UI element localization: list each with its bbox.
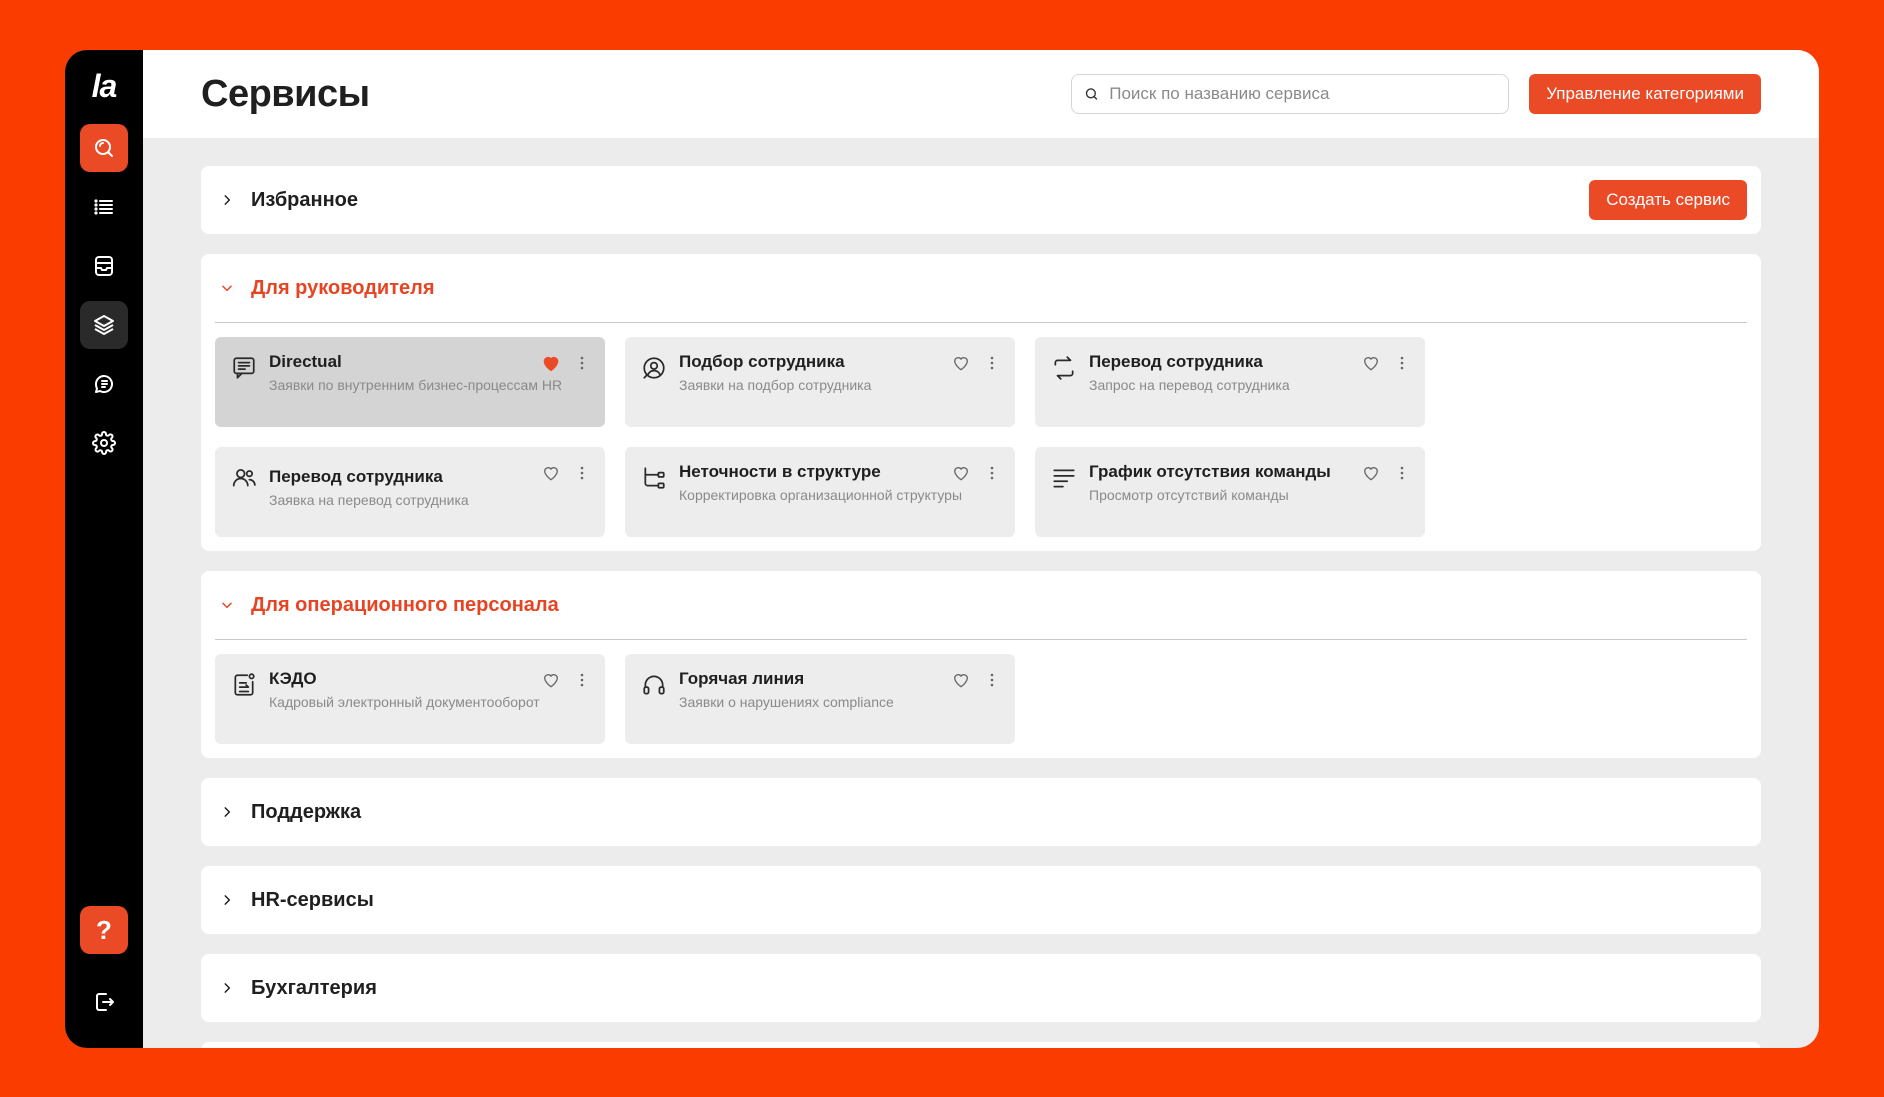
category-title: HR-сервисы — [251, 888, 374, 911]
category-header[interactable]: Избранное Создать сервис — [201, 166, 1761, 234]
sidebar-item-inbox[interactable] — [80, 242, 128, 290]
logo: la — [91, 68, 118, 104]
create-service-button[interactable]: Создать сервис — [1589, 180, 1747, 220]
service-subtitle: Заявка на перевод сотрудника — [269, 492, 469, 508]
more-options-icon[interactable] — [985, 670, 999, 690]
chat-icon — [94, 375, 113, 394]
service-card[interactable]: Неточности в структуре Корректировка орг… — [625, 447, 1015, 537]
service-card[interactable]: Подбор сотрудника Заявки на подбор сотру… — [625, 337, 1015, 427]
service-subtitle: Просмотр отсутствий команды — [1089, 487, 1289, 503]
service-subtitle: Запрос на перевод сотрудника — [1089, 377, 1290, 393]
category-operational: Для операционного персонала КЭДО Кадровы… — [201, 571, 1761, 758]
lines-icon — [1053, 469, 1075, 488]
chevron-down-icon — [217, 595, 237, 615]
service-card[interactable]: Directual Заявки по внутренним бизнес-пр… — [215, 337, 605, 427]
app-window: la ? Сервисы Поиск по названию сервиса У… — [65, 50, 1819, 1048]
sidebar-item-settings[interactable] — [80, 419, 128, 467]
gear-icon — [92, 431, 116, 455]
heart-icon[interactable] — [951, 463, 971, 483]
heart-icon[interactable] — [951, 353, 971, 373]
category-title: Для операционного персонала — [251, 593, 559, 616]
category-title: Избранное — [251, 188, 359, 211]
category-hr: HR-сервисы — [201, 866, 1761, 934]
more-options-icon[interactable] — [1395, 463, 1409, 483]
service-subtitle: Заявки по внутренним бизнес-процессам HR — [269, 377, 563, 393]
service-subtitle: Кадровый электронный документооборот — [269, 694, 540, 710]
service-subtitle: Заявки на подбор сотрудника — [679, 377, 872, 393]
list-icon — [94, 199, 113, 215]
heart-icon[interactable] — [951, 670, 971, 690]
chevron-right-icon — [217, 802, 237, 822]
more-options-icon[interactable] — [985, 463, 999, 483]
sidebar-item-services[interactable] — [80, 301, 128, 349]
heart-icon[interactable] — [1361, 353, 1381, 373]
transfer-icon — [1054, 356, 1074, 380]
service-card[interactable]: График отсутствия команды Просмотр отсут… — [1035, 447, 1425, 537]
manage-categories-button[interactable]: Управление категориями — [1529, 74, 1761, 114]
edoc-icon — [234, 673, 255, 696]
heart-icon[interactable] — [541, 670, 561, 690]
chevron-right-icon — [217, 978, 237, 998]
inbox-icon — [95, 256, 113, 276]
service-grid: Directual Заявки по внутренним бизнес-пр… — [201, 323, 1761, 551]
heart-icon[interactable] — [1361, 463, 1381, 483]
sidebar: la ? — [65, 50, 143, 1048]
structure-icon — [644, 467, 665, 489]
more-options-icon[interactable] — [575, 353, 589, 373]
sidebar-item-chat[interactable] — [80, 360, 128, 408]
category-favorites: Избранное Создать сервис — [201, 166, 1761, 234]
more-options-icon[interactable] — [1395, 353, 1409, 373]
category-title: Для руководителя — [251, 276, 435, 299]
category-header[interactable]: Поддержка — [201, 778, 1761, 846]
more-options-icon[interactable] — [575, 670, 589, 690]
page-header: Сервисы Управление категориями — [143, 50, 1819, 138]
document-list-icon — [233, 357, 255, 379]
category-support: Поддержка — [201, 778, 1761, 846]
service-subtitle: Корректировка организационной структуры — [679, 487, 963, 503]
sidebar-item-search[interactable] — [80, 124, 128, 172]
more-options-icon[interactable] — [575, 463, 589, 483]
search-box[interactable] — [1071, 74, 1510, 114]
category-header[interactable]: Для операционного персонала — [201, 571, 1761, 639]
heart-icon[interactable] — [541, 463, 561, 483]
search-icon — [1086, 88, 1098, 100]
service-grid: КЭДО Кадровый электронный документооборо… — [201, 640, 1761, 758]
search-input[interactable] — [1109, 84, 1497, 104]
heart-filled-icon[interactable] — [541, 353, 561, 373]
service-card[interactable]: КЭДО Кадровый электронный документооборо… — [215, 654, 605, 744]
category-accounting: Бухгалтерия — [201, 954, 1761, 1022]
headset-icon — [643, 675, 665, 695]
sidebar-item-list[interactable] — [80, 183, 128, 231]
chevron-down-icon — [217, 278, 237, 298]
page-title: Сервисы — [201, 72, 370, 115]
logout-button[interactable] — [80, 978, 128, 1026]
category-header[interactable]: Бухгалтерия — [201, 954, 1761, 1022]
logout-icon — [96, 993, 114, 1011]
help-button[interactable]: ? — [80, 906, 128, 954]
category-more — [201, 1042, 1761, 1048]
service-card[interactable]: Горячая линия Заявки о нарушениях compli… — [625, 654, 1015, 744]
category-title: Поддержка — [251, 800, 362, 823]
categories-list: Избранное Создать сервис Для руководител… — [143, 138, 1819, 1048]
category-header[interactable]: HR-сервисы — [201, 866, 1761, 934]
users-icon — [232, 469, 256, 487]
category-managers: Для руководителя Directual Заявки по вну… — [201, 254, 1761, 551]
layers-icon — [94, 315, 114, 335]
search-icon — [95, 139, 113, 157]
service-subtitle: Заявки о нарушениях compliance — [679, 694, 894, 710]
service-card[interactable]: Перевод сотрудника Заявка на перевод сот… — [215, 447, 605, 537]
main-area: Сервисы Управление категориями Избранное… — [143, 50, 1819, 1048]
service-card[interactable]: Перевод сотрудника Запрос на перевод сот… — [1035, 337, 1425, 427]
category-title: Бухгалтерия — [251, 976, 377, 999]
category-header[interactable]: Для руководителя — [201, 254, 1761, 322]
chevron-right-icon — [217, 890, 237, 910]
chevron-right-icon — [217, 190, 237, 210]
user-search-icon — [643, 357, 665, 379]
more-options-icon[interactable] — [985, 353, 999, 373]
